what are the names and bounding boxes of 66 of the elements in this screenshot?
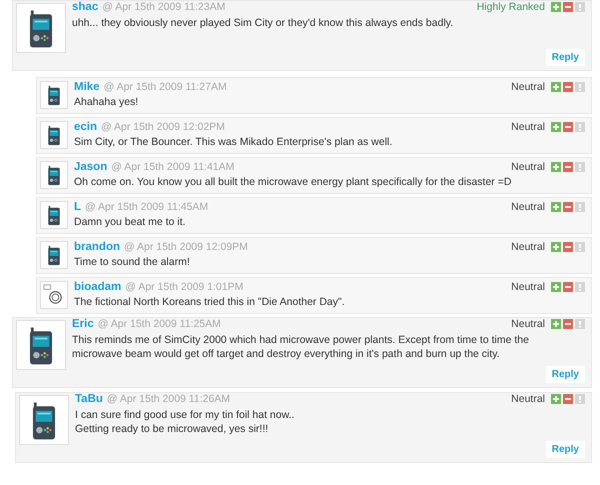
rating-label: Neutral — [511, 161, 545, 173]
author-name[interactable]: brandon — [74, 241, 120, 253]
rating-label: Highly Ranked — [476, 1, 545, 13]
rating-label: Neutral — [511, 201, 545, 213]
plus-icon[interactable] — [551, 282, 561, 292]
comment-text: The fictional North Koreans tried this in "Die Another Day". — [74, 295, 346, 309]
comment-text: uhh... they obviously never played Sim City or they'd know this always ends badly. — [72, 16, 454, 30]
reply-button[interactable]: Reply — [546, 366, 585, 383]
comment-date: @ Apr 15th 2009 11:45AM — [85, 201, 208, 213]
comment-text: I can sure find good use for my tin foil hat now.. Getting ready to be microwaved, yes sir!!! — [75, 408, 296, 436]
author-name[interactable]: Jason — [74, 161, 108, 173]
comment-date: @ Apr 15th 2009 11:23AM — [102, 1, 226, 13]
author-name[interactable]: shac — [72, 1, 98, 13]
comment-date: @ Apr 15th 2009 11:25AM — [98, 318, 221, 330]
minus-icon[interactable] — [563, 319, 573, 329]
exclamation-icon[interactable] — [575, 202, 585, 212]
exclamation-icon[interactable] — [575, 162, 585, 172]
comment-date: @ Apr 15th 2009 11:26AM — [106, 393, 230, 405]
author-name[interactable]: ecin — [74, 121, 98, 133]
rating-label: Neutral — [511, 318, 545, 330]
plus-icon[interactable] — [551, 2, 561, 12]
comment-text: Time to sound the alarm! — [74, 255, 191, 269]
rating-label: Neutral — [511, 81, 545, 93]
author-name[interactable]: Eric — [72, 318, 94, 330]
author-name[interactable]: L — [74, 201, 82, 213]
comment-text: This reminds me of SimCity 2000 which had microwave power plants. Except from time to time the microwave beam would get off target and destroy everything in it's path and burn up the city. — [72, 333, 530, 361]
minus-icon[interactable] — [563, 282, 573, 292]
reply-button[interactable]: Reply — [546, 441, 585, 458]
author-name[interactable]: bioadam — [74, 281, 122, 293]
comment-text: Sim City, or The Bouncer. This was Mikado Enterprise's plan as well. — [74, 135, 394, 149]
rating-label: Neutral — [511, 241, 545, 253]
minus-icon[interactable] — [563, 2, 573, 12]
reply-button[interactable]: Reply — [546, 49, 585, 66]
minus-icon[interactable] — [563, 122, 573, 132]
exclamation-icon[interactable] — [575, 242, 585, 252]
plus-icon[interactable] — [551, 122, 561, 132]
comment-date: @ Apr 15th 2009 11:27AM — [104, 81, 227, 93]
author-name[interactable]: Mike — [74, 81, 100, 93]
author-name[interactable]: TaBu — [75, 393, 103, 405]
plus-icon[interactable] — [551, 242, 561, 252]
rating-label: Neutral — [511, 393, 545, 405]
comment-date: @ Apr 15th 2009 1:01PM — [125, 281, 244, 293]
comment-text: Oh come on. You know you all built the microwave energy plant specifically for the disaster =D — [74, 175, 512, 189]
exclamation-icon[interactable] — [575, 319, 585, 329]
plus-icon[interactable] — [551, 82, 561, 92]
minus-icon[interactable] — [563, 242, 573, 252]
plus-icon[interactable] — [551, 202, 561, 212]
exclamation-icon[interactable] — [575, 394, 585, 404]
exclamation-icon[interactable] — [575, 82, 585, 92]
comment-text: Damn you beat me to it. — [74, 215, 186, 229]
minus-icon[interactable] — [563, 162, 573, 172]
rating-label: Neutral — [511, 121, 545, 133]
rating-label: Neutral — [511, 281, 545, 293]
comment-date: @ Apr 15th 2009 12:02PM — [101, 121, 225, 133]
comment-text: Ahahaha yes! — [74, 95, 140, 109]
plus-icon[interactable] — [551, 319, 561, 329]
plus-icon[interactable] — [551, 162, 561, 172]
exclamation-icon[interactable] — [575, 2, 585, 12]
exclamation-icon[interactable] — [575, 282, 585, 292]
exclamation-icon[interactable] — [575, 122, 585, 132]
minus-icon[interactable] — [563, 394, 573, 404]
minus-icon[interactable] — [563, 202, 573, 212]
comment-date: @ Apr 15th 2009 12:09PM — [124, 241, 248, 253]
comment-date: @ Apr 15th 2009 11:41AM — [111, 161, 234, 173]
plus-icon[interactable] — [551, 394, 561, 404]
minus-icon[interactable] — [563, 82, 573, 92]
